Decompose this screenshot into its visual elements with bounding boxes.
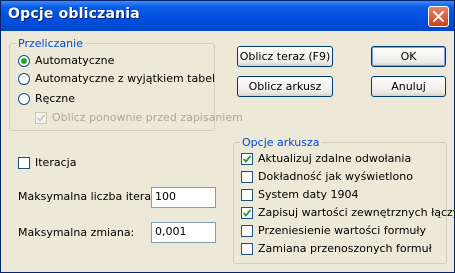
radio-automatic-except-tables-control[interactable] <box>18 72 30 85</box>
update-remote-refs-checkbox[interactable]: Aktualizuj zdalne odwołania <box>241 152 411 165</box>
checkmark-icon <box>243 154 251 163</box>
checkmark-icon <box>37 113 45 122</box>
radio-automatic[interactable]: Automatyczne <box>18 54 114 67</box>
max-change-label: Maksymalna zmiana: <box>18 226 135 239</box>
save-external-link-values-label: Zapisuj wartości zewnętrznych łączy <box>258 206 455 219</box>
recalc-legend: Przeliczanie <box>18 37 83 50</box>
recalc-before-save-box[interactable] <box>35 111 47 124</box>
dialog-title: Opcje obliczania <box>8 6 140 22</box>
recalc-before-save-checkbox[interactable]: Oblicz ponownie przed zapisaniem <box>35 111 243 124</box>
date-system-1904-label: System daty 1904 <box>258 188 359 201</box>
radio-manual[interactable]: Ręczne <box>18 92 75 105</box>
close-icon <box>433 11 444 22</box>
calc-sheet-button[interactable]: Oblicz arkusz <box>237 76 333 97</box>
ok-button[interactable]: OK <box>371 46 446 67</box>
sheet-options-legend: Opcje arkusza <box>242 136 320 149</box>
precision-as-displayed-box[interactable] <box>241 170 253 183</box>
update-remote-refs-box[interactable] <box>241 152 253 165</box>
iteration-label: Iteracja <box>35 156 77 169</box>
calc-now-button[interactable]: Oblicz teraz (F9) <box>237 46 333 67</box>
transition-formula-entry-checkbox[interactable]: Zamiana przenoszonych formuł <box>241 242 432 255</box>
iteration-checkbox[interactable]: Iteracja <box>18 156 76 169</box>
save-external-link-values-box[interactable] <box>241 206 253 219</box>
radio-manual-label: Ręczne <box>35 92 75 105</box>
close-button[interactable] <box>428 6 449 27</box>
save-external-link-values-checkbox[interactable]: Zapisuj wartości zewnętrznych łączy <box>241 206 455 219</box>
dialog-window: Opcje obliczania Przeliczanie Automatycz… <box>0 0 455 273</box>
radio-automatic-except-tables-label: Automatyczne z wyjątkiem tabel <box>35 72 216 85</box>
transition-formula-entry-label: Zamiana przenoszonych formuł <box>258 242 432 255</box>
radio-manual-control[interactable] <box>18 92 30 105</box>
date-system-1904-checkbox[interactable]: System daty 1904 <box>241 188 359 201</box>
recalc-before-save-label: Oblicz ponownie przed zapisaniem <box>52 111 243 124</box>
checkmark-icon <box>243 208 251 217</box>
radio-automatic-label: Automatyczne <box>35 54 115 67</box>
radio-automatic-except-tables[interactable]: Automatyczne z wyjątkiem tabel <box>18 72 215 85</box>
title-bar[interactable]: Opcje obliczania <box>1 1 454 31</box>
transition-formula-evaluation-checkbox[interactable]: Przeniesienie wartości formuły <box>241 224 426 237</box>
cancel-button[interactable]: Anuluj <box>371 76 446 97</box>
dialog-client-area: Przeliczanie Automatyczne Automatyczne z… <box>1 31 455 272</box>
update-remote-refs-label: Aktualizuj zdalne odwołania <box>258 152 412 165</box>
radio-automatic-control[interactable] <box>18 54 30 67</box>
precision-as-displayed-label: Dokładność jak wyświetlono <box>258 170 413 183</box>
transition-formula-evaluation-box[interactable] <box>241 224 253 237</box>
max-change-input[interactable]: 0,001 <box>151 222 216 243</box>
iteration-box[interactable] <box>18 156 30 169</box>
max-iterations-input[interactable]: 100 <box>151 187 216 208</box>
max-iterations-label: Maksymalna liczba iteracji: <box>18 190 167 203</box>
precision-as-displayed-checkbox[interactable]: Dokładność jak wyświetlono <box>241 170 413 183</box>
date-system-1904-box[interactable] <box>241 188 253 201</box>
transition-formula-entry-box[interactable] <box>241 242 253 255</box>
transition-formula-evaluation-label: Przeniesienie wartości formuły <box>258 224 427 237</box>
